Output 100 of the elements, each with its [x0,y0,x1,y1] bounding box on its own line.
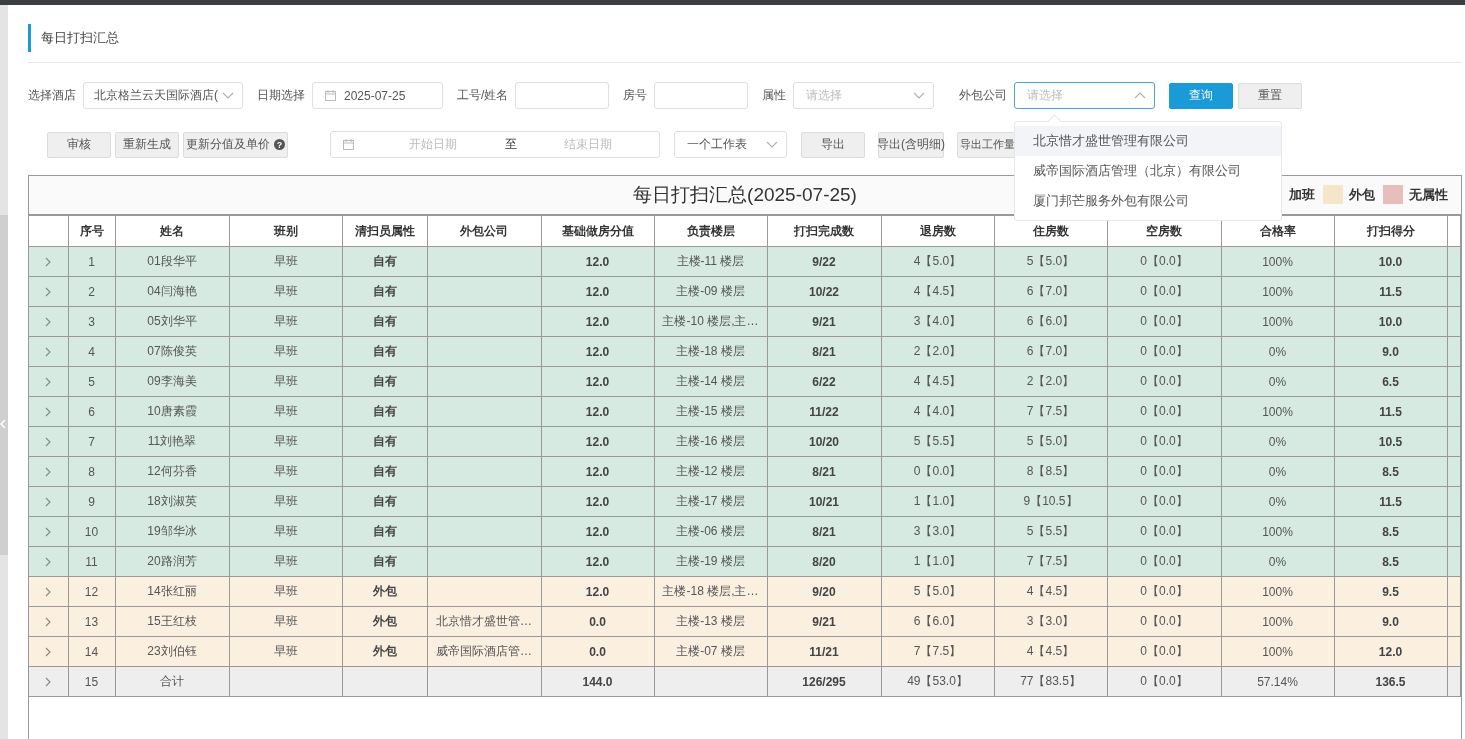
table-cell: 11刘艳翠 [115,426,229,457]
table-cell: 0% [1221,426,1334,457]
table-cell: 12.0 [541,456,654,487]
chevron-right-icon[interactable] [45,407,52,418]
chevron-right-icon[interactable] [45,317,52,328]
chevron-right-icon[interactable] [45,587,52,598]
table-cell: 6【7.0】 [994,276,1107,307]
table-cell: 外包 [342,636,427,667]
field-label: 房号 [623,87,648,104]
table-cell: 0% [1221,366,1334,397]
table-cell: 早班 [229,576,342,607]
legend-label: 加班 [1289,185,1315,204]
chevron-right-icon[interactable] [45,347,52,358]
table-cell: 北京惜才盛世管… [427,606,541,637]
export-button[interactable]: 导出(含明细) [878,131,944,158]
column-header: 外包公司 [427,215,541,247]
table-cell: 8/21 [767,336,881,367]
table-cell: 早班 [229,546,342,577]
chevron-right-icon[interactable] [45,467,52,478]
table-cell: 100% [1221,246,1334,277]
chevron-right-icon[interactable] [45,557,52,568]
table-cell: 0【0.0】 [1107,606,1221,637]
table-cell: 8.5 [1334,456,1447,487]
chevron-right-icon[interactable] [45,497,52,508]
table-cell: 0【0.0】 [1107,426,1221,457]
table-cell: 10/22 [767,276,881,307]
table-cell: 8/21 [767,456,881,487]
legend-label: 无属性 [1409,185,1448,204]
table-cell: 136.5 [1334,666,1447,697]
legend-label: 外包 [1349,185,1375,204]
table-cell: 0【0.0】 [1107,486,1221,517]
review-button[interactable]: 审核 [47,131,111,158]
table-cell: 9/21 [767,606,881,637]
table-cell: 100% [1221,606,1334,637]
table-cell: 18刘淑英 [115,486,229,517]
table-cell: 4【4.5】 [881,366,994,397]
dropdown-option[interactable]: 北京惜才盛世管理有限公司 [1015,126,1282,156]
table-cell: 100% [1221,306,1334,337]
table-cell: 3【3.0】 [994,606,1107,637]
table-cell: 早班 [229,366,342,397]
table-cell: 主楼-12 楼层 [654,456,767,487]
table-cell: 100% [1221,276,1334,307]
help-icon[interactable]: ? [274,139,285,150]
dropdown-option[interactable]: 威帝国际酒店管理（北京）有限公司 [1015,156,1282,186]
table-cell: 自有 [342,426,427,457]
date-field[interactable]: 2025-07-25 [312,82,443,109]
table-cell: 1【1.0】 [881,546,994,577]
field-label: 工号/姓名 [457,87,509,104]
table-cell: 12.0 [541,396,654,427]
table-cell: 6【7.0】 [994,336,1107,367]
chevron-right-icon[interactable] [45,437,52,448]
dropdown-option[interactable]: 厦门邦芒服务外包有限公司 [1015,186,1282,216]
scrollbar[interactable] [0,5,8,739]
table-cell: 57.14% [1221,666,1334,697]
table-cell: 8.5 [1334,516,1447,547]
table-cell: 8/21 [767,516,881,547]
chevron-right-icon[interactable] [45,287,52,298]
chevron-right-icon[interactable] [45,677,52,688]
column-header: 基础做房分值 [541,215,654,247]
table-cell: 4【4.5】 [994,636,1107,667]
table-cell: 6【6.0】 [994,306,1107,337]
reset-button[interactable]: 重置 [1238,82,1303,109]
table-cell: 外包 [342,606,427,637]
chevron-right-icon[interactable] [45,527,52,538]
table-cell: 0【0.0】 [1107,276,1221,307]
table-cell: 0% [1221,486,1334,517]
chevron-right-icon[interactable] [45,617,52,628]
table-cell: 09李海美 [115,366,229,397]
table-cell: 100% [1221,396,1334,427]
table-cell: 5【5.0】 [994,426,1107,457]
table-cell: 11/22 [767,396,881,427]
table-cell: 4【5.0】 [881,246,994,277]
table-cell: 2【2.0】 [994,366,1107,397]
table-cell: 1【1.0】 [881,486,994,517]
table-cell: 0.0 [541,606,654,637]
export-button[interactable]: 导出 [801,131,865,158]
date-range-field[interactable]: 开始日期 至 结束日期 [330,131,660,158]
calendar-icon [343,139,354,150]
table-cell: 0【0.0】 [1107,516,1221,547]
table-cell: 5【5.0】 [994,246,1107,277]
staff-input[interactable] [515,82,610,109]
table-cell: 自有 [342,396,427,427]
table-cell: 77【83.5】 [994,666,1107,697]
table-cell: 0% [1221,336,1334,367]
table-cell: 10.5 [1334,426,1447,457]
chevron-right-icon[interactable] [45,377,52,388]
regenerate-button[interactable]: 重新生成 [115,131,179,158]
table-cell: 自有 [342,456,427,487]
table-cell: 11.5 [1334,276,1447,307]
sheet-select[interactable]: 一个工作表 [674,131,787,158]
table-cell: 早班 [229,426,342,457]
table-cell: 9.5 [1334,576,1447,607]
chevron-right-icon[interactable] [45,257,52,268]
chevron-left-icon[interactable] [0,419,6,429]
table-cell: 05刘华平 [115,306,229,337]
hotel-select[interactable]: 北京格兰云天国际酒店( [83,82,243,109]
chevron-right-icon[interactable] [45,647,52,658]
table-cell: 主楼-19 楼层 [654,546,767,577]
update-button[interactable]: 更新分值及单价 ? [183,131,288,158]
room-input[interactable] [654,82,749,109]
